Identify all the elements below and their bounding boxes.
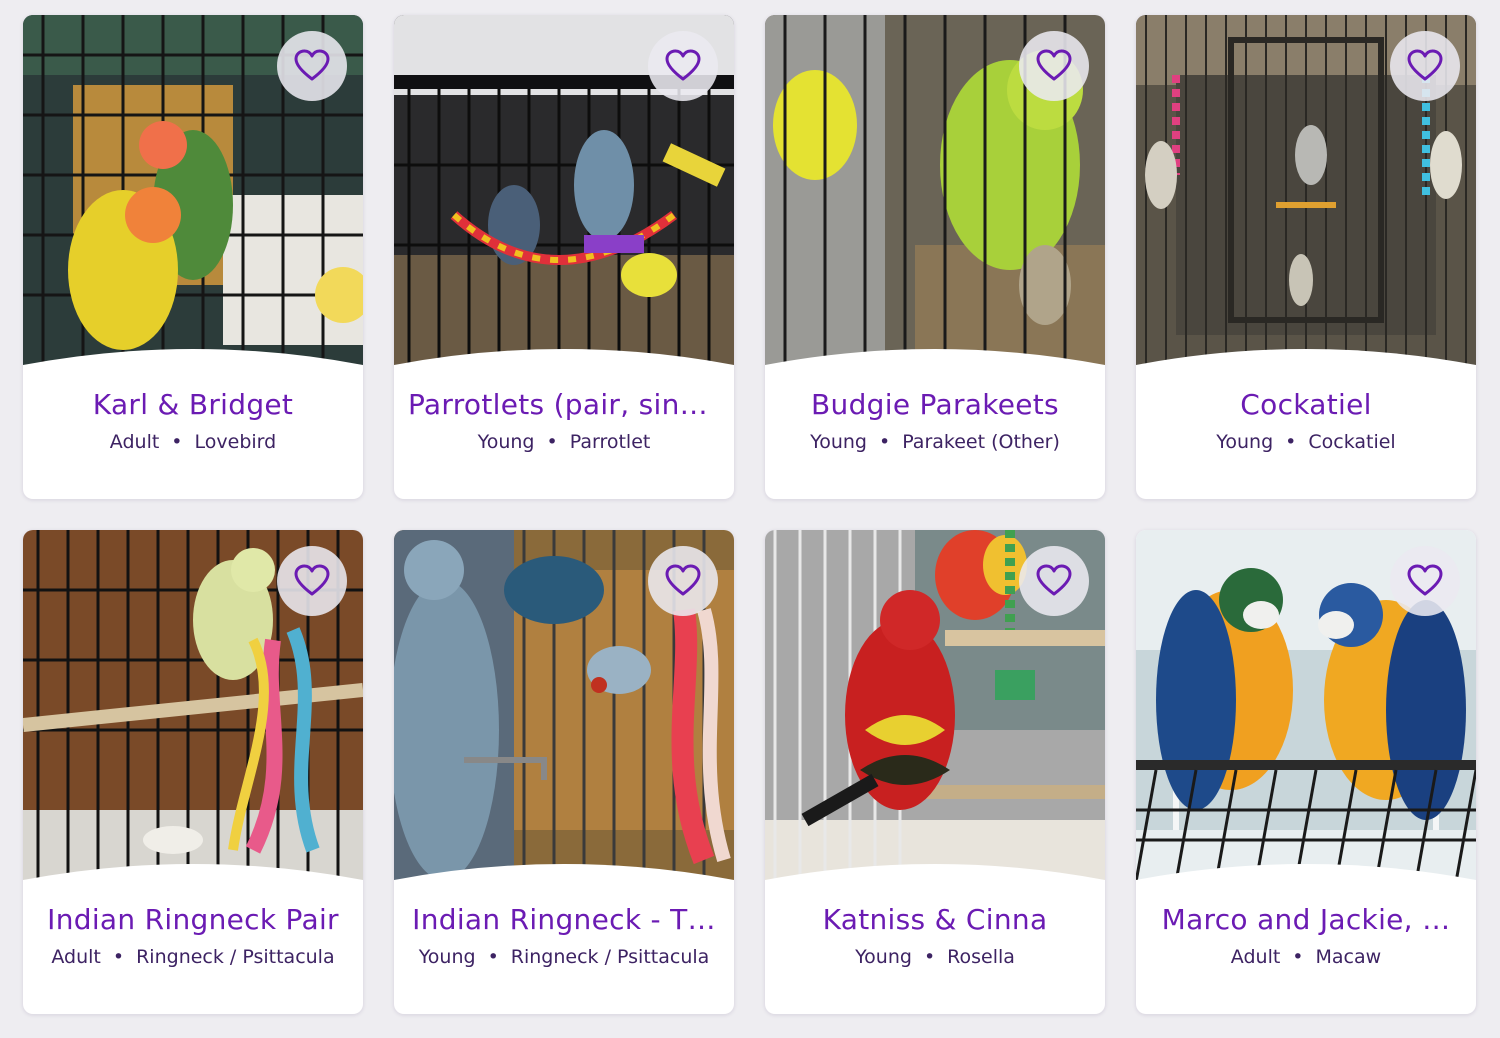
pet-meta: Young • Parrotlet bbox=[408, 429, 720, 455]
heart-outline-icon bbox=[294, 564, 330, 596]
pet-age: Young bbox=[1216, 431, 1274, 453]
pet-breed: Parrotlet bbox=[569, 431, 651, 453]
card-curve bbox=[23, 341, 363, 381]
card-curve bbox=[765, 341, 1105, 381]
favorite-button[interactable] bbox=[277, 31, 347, 101]
pet-age: Young bbox=[418, 946, 476, 968]
pet-card-grid: Karl & Bridget Adult • Lovebird Parrotle… bbox=[23, 15, 1476, 1014]
pet-breed: Lovebird bbox=[194, 431, 277, 453]
pet-age: Young bbox=[855, 946, 912, 968]
pet-name[interactable]: Marco and Jackie, … bbox=[1150, 900, 1462, 940]
pet-name[interactable]: Cockatiel bbox=[1150, 385, 1462, 425]
favorite-button[interactable] bbox=[1390, 31, 1460, 101]
separator-dot: • bbox=[487, 946, 499, 968]
pet-age: Young bbox=[477, 431, 535, 453]
pet-meta: Young • Cockatiel bbox=[1150, 429, 1462, 455]
pet-card[interactable]: Marco and Jackie, … Adult • Macaw bbox=[1136, 530, 1476, 1014]
pet-info: Karl & Bridget Adult • Lovebird bbox=[23, 385, 363, 455]
favorite-button[interactable] bbox=[277, 546, 347, 616]
heart-outline-icon bbox=[1407, 49, 1443, 81]
pet-info: Marco and Jackie, … Adult • Macaw bbox=[1136, 900, 1476, 970]
pet-breed: Cockatiel bbox=[1308, 431, 1396, 453]
heart-outline-icon bbox=[665, 49, 701, 81]
pet-info: Indian Ringneck Pair Adult • Ringneck / Ps… bbox=[23, 900, 363, 970]
card-curve bbox=[23, 856, 363, 896]
pet-age: Adult bbox=[1230, 946, 1281, 968]
pet-meta: Adult • Ringneck / Psittacula bbox=[37, 944, 349, 970]
favorite-button[interactable] bbox=[648, 546, 718, 616]
pet-info: Katniss & Cinna Young • Rosella bbox=[765, 900, 1105, 970]
pet-breed: Macaw bbox=[1315, 946, 1382, 968]
separator-dot: • bbox=[546, 431, 558, 453]
pet-name[interactable]: Budgie Parakeets bbox=[779, 385, 1091, 425]
pet-name[interactable]: Indian Ringneck - T… bbox=[408, 900, 720, 940]
separator-dot: • bbox=[171, 431, 183, 453]
favorite-button[interactable] bbox=[1019, 31, 1089, 101]
pet-card[interactable]: Katniss & Cinna Young • Rosella bbox=[765, 530, 1105, 1014]
pet-card[interactable]: Budgie Parakeets Young • Parakeet (Other) bbox=[765, 15, 1105, 499]
separator-dot: • bbox=[1292, 946, 1304, 968]
pet-breed: Ringneck / Psittacula bbox=[136, 946, 335, 968]
pet-card[interactable]: Cockatiel Young • Cockatiel bbox=[1136, 15, 1476, 499]
pet-name[interactable]: Karl & Bridget bbox=[37, 385, 349, 425]
favorite-button[interactable] bbox=[648, 31, 718, 101]
card-curve bbox=[765, 856, 1105, 896]
pet-card[interactable]: Indian Ringneck - T… Young • Ringneck / Ps… bbox=[394, 530, 734, 1014]
heart-outline-icon bbox=[665, 564, 701, 596]
favorite-button[interactable] bbox=[1019, 546, 1089, 616]
pet-age: Young bbox=[810, 431, 867, 453]
card-curve bbox=[1136, 856, 1476, 896]
pet-meta: Young • Ringneck / Psittacula bbox=[408, 944, 720, 970]
card-curve bbox=[1136, 341, 1476, 381]
separator-dot: • bbox=[878, 431, 891, 453]
pet-info: Indian Ringneck - T… Young • Ringneck / Ps… bbox=[394, 900, 734, 970]
pet-info: Cockatiel Young • Cockatiel bbox=[1136, 385, 1476, 455]
pet-name[interactable]: Indian Ringneck Pair bbox=[37, 900, 349, 940]
favorite-button[interactable] bbox=[1390, 546, 1460, 616]
pet-name[interactable]: Parrotlets (pair, single… bbox=[408, 385, 720, 425]
pet-card[interactable]: Karl & Bridget Adult • Lovebird bbox=[23, 15, 363, 499]
pet-breed: Ringneck / Psittacula bbox=[510, 946, 710, 968]
pet-info: Budgie Parakeets Young • Parakeet (Other) bbox=[765, 385, 1105, 455]
card-curve bbox=[394, 341, 734, 381]
pet-breed: Parakeet (Other) bbox=[902, 431, 1060, 453]
pet-age: Adult bbox=[51, 946, 101, 968]
pet-info: Parrotlets (pair, single… Young • Parrotle… bbox=[394, 385, 734, 455]
pet-age: Adult bbox=[109, 431, 160, 453]
heart-outline-icon bbox=[1407, 564, 1443, 596]
separator-dot: • bbox=[1285, 431, 1297, 453]
pet-card[interactable]: Parrotlets (pair, single… Young • Parrotle… bbox=[394, 15, 734, 499]
pet-name[interactable]: Katniss & Cinna bbox=[779, 900, 1091, 940]
heart-outline-icon bbox=[294, 49, 330, 81]
separator-dot: • bbox=[112, 946, 125, 968]
card-curve bbox=[394, 856, 734, 896]
separator-dot: • bbox=[923, 946, 936, 968]
pet-meta: Adult • Lovebird bbox=[37, 429, 349, 455]
heart-outline-icon bbox=[1036, 564, 1072, 596]
pet-breed: Rosella bbox=[947, 946, 1015, 968]
pet-meta: Adult • Macaw bbox=[1150, 944, 1462, 970]
heart-outline-icon bbox=[1036, 49, 1072, 81]
pet-card[interactable]: Indian Ringneck Pair Adult • Ringneck / Ps… bbox=[23, 530, 363, 1014]
pet-meta: Young • Parakeet (Other) bbox=[779, 429, 1091, 455]
pet-meta: Young • Rosella bbox=[779, 944, 1091, 970]
